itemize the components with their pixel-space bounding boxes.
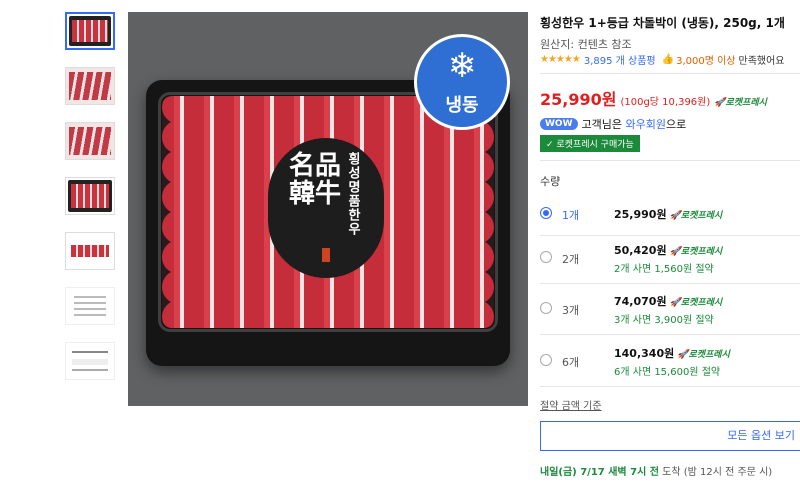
quantity-option-3[interactable]: 3개 74,070원 🚀로켓프레시 3개 사면 3,900원 절약 <box>540 292 800 332</box>
divider <box>540 235 800 236</box>
review-count-link[interactable]: 3,895 개 상품평 <box>584 52 656 67</box>
quantity-option-1[interactable]: 1개 25,990원 🚀로켓프레시 <box>540 200 800 238</box>
option-qty: 3개 <box>562 304 580 317</box>
option-saving: 3개 사면 3,900원 절약 <box>614 315 714 326</box>
option-saving: 6개 사면 15,600원 절약 <box>614 367 721 378</box>
wow-member-link[interactable]: 와우회원 <box>626 116 666 132</box>
origin: 원산지: 컨텐츠 참조 <box>540 36 632 52</box>
delivery-date: 내일(금) 7/17 새벽 7시 전 <box>540 467 659 478</box>
satisfaction-count: 3,000명 이상 <box>676 56 736 67</box>
seal-vertical-text: 횡성명품한우 <box>345 152 360 236</box>
rocket-fresh-available-badge: ✓ 로켓프레시 구매가능 <box>540 135 640 152</box>
divider <box>540 73 800 74</box>
origin-value: 컨텐츠 참조 <box>577 38 632 51</box>
wow-badge: WOW <box>540 118 578 130</box>
option-saving: 2개 사면 1,560원 절약 <box>614 264 714 275</box>
thumbs-up-icon: 👍 <box>661 54 675 65</box>
star-rating-icon: ★★★★★ <box>540 54 581 65</box>
quantity-option-4[interactable]: 6개 140,340원 🚀로켓프레시 6개 사면 15,600원 절약 <box>540 344 800 384</box>
thumbnail-4[interactable] <box>65 177 115 215</box>
product-title: 횡성한우 1+등급 차돌박이 (냉동), 250g, 1개 <box>540 16 785 30</box>
origin-label: 원산지: <box>540 38 575 51</box>
frozen-label: 냉동 <box>445 95 479 116</box>
snowflake-icon: ❄ <box>447 46 477 86</box>
divider <box>540 386 800 387</box>
wow-text-after: 으로 <box>665 118 687 131</box>
thumbnail-5[interactable] <box>65 232 115 270</box>
rocket-fresh-label: 🚀로켓프레시 <box>714 98 767 108</box>
option-price: 140,340원 🚀로켓프레시 <box>614 347 730 360</box>
all-options-button[interactable]: 모든 옵션 보기 <box>540 421 800 451</box>
brand-seal: 횡성명품한우 名品韓牛 <box>268 138 384 278</box>
main-product-image[interactable]: ❄ 냉동 횡성명품한우 名品韓牛 <box>128 12 528 406</box>
thumbnail-3[interactable] <box>65 122 115 160</box>
delivery-info: 내일(금) 7/17 새벽 7시 전 도착 (밤 12시 전 주문 시) <box>540 463 772 478</box>
frozen-badge: ❄ 냉동 <box>414 34 510 130</box>
thumbnail-7[interactable] <box>65 342 115 380</box>
option-price: 25,990원 🚀로켓프레시 <box>614 208 723 221</box>
price-row: 25,990원 (100g당 10,396원) 🚀로켓프레시 <box>540 86 767 110</box>
option-price: 50,420원 🚀로켓프레시 <box>614 244 723 257</box>
quantity-label: 수량 <box>540 175 561 188</box>
thumbnail-6[interactable] <box>65 287 115 325</box>
saving-basis-link[interactable]: 절약 금액 기준 <box>540 397 602 412</box>
delivery-note: (밤 12시 전 주문 시) <box>683 467 773 478</box>
delivery-suffix: 도착 <box>662 467 681 478</box>
thumbnail-2[interactable] <box>65 67 115 105</box>
thumbnail-list <box>65 12 117 397</box>
option-price: 74,070원 🚀로켓프레시 <box>614 295 723 308</box>
seal-stamp <box>322 248 330 262</box>
divider <box>540 160 800 161</box>
radio-option-3[interactable] <box>540 302 552 314</box>
price: 25,990원 <box>540 90 617 109</box>
option-qty: 6개 <box>562 356 580 369</box>
satisfaction-label: 만족했어요 <box>738 56 785 67</box>
radio-option-4[interactable] <box>540 354 552 366</box>
rating-row: ★★★★★ 3,895 개 상품평 👍 3,000명 이상 만족했어요 <box>540 52 785 67</box>
unit-price: (100g당 10,396원) <box>620 97 711 108</box>
divider <box>540 334 800 335</box>
thumbnail-1[interactable] <box>65 12 115 50</box>
radio-option-2[interactable] <box>540 251 552 263</box>
radio-option-1[interactable] <box>540 207 552 219</box>
divider <box>540 283 800 284</box>
seal-big-text: 名品韓牛 <box>288 151 341 209</box>
wow-row: WOW 고객님은 와우회원 으로 <box>540 116 686 132</box>
option-qty: 2개 <box>562 253 580 266</box>
wow-text-before: 고객님은 <box>581 118 622 131</box>
option-qty: 1개 <box>562 209 580 222</box>
quantity-option-2[interactable]: 2개 50,420원 🚀로켓프레시 2개 사면 1,560원 절약 <box>540 241 800 281</box>
